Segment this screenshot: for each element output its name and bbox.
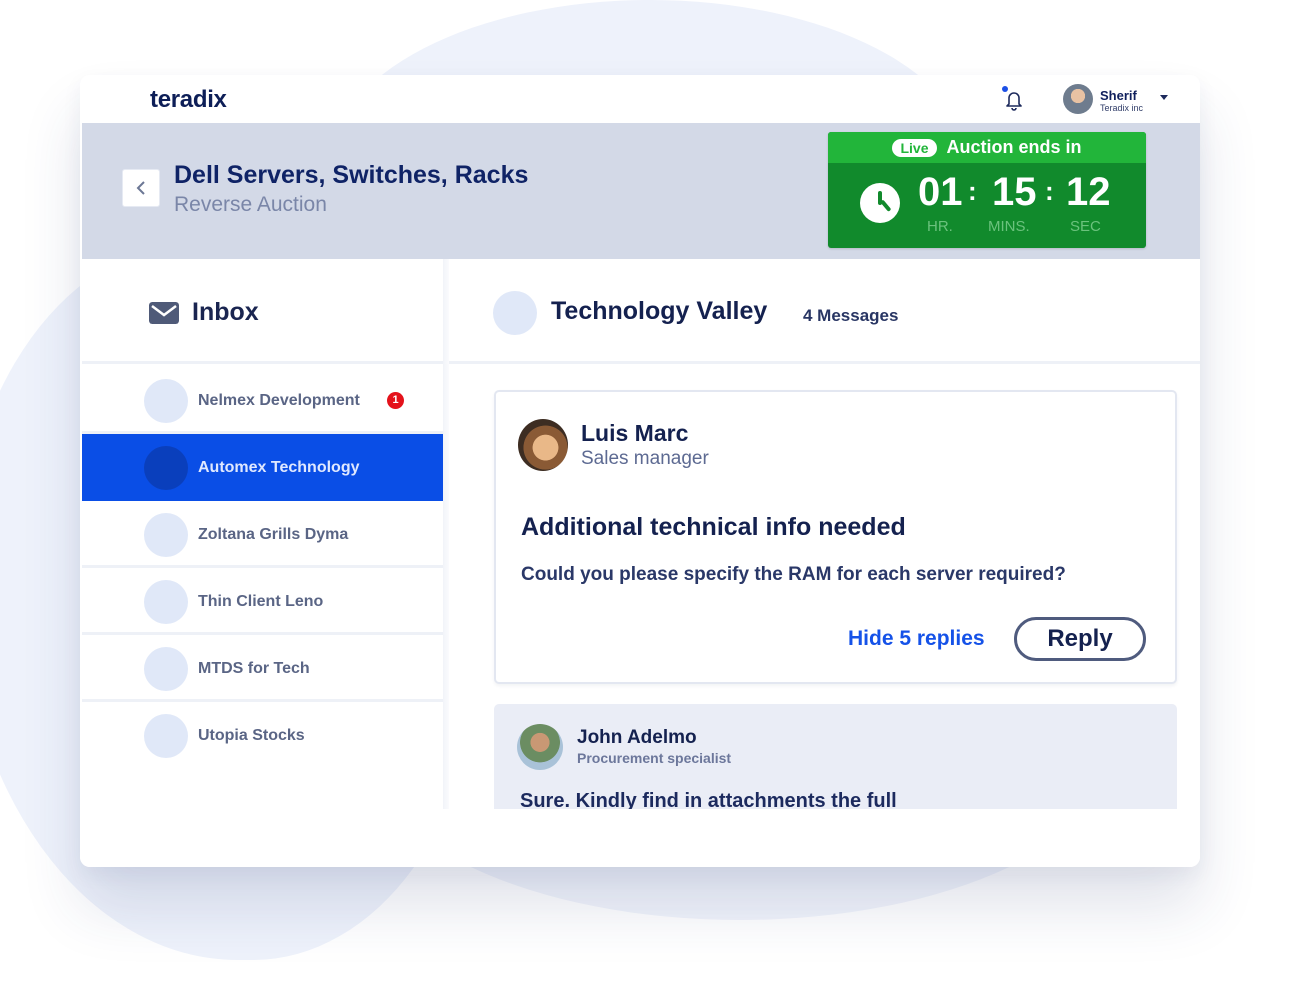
- auction-type: Reverse Auction: [174, 193, 327, 216]
- unread-badge: 1: [387, 392, 404, 409]
- conversation-item[interactable]: Thin Client Leno: [82, 568, 443, 635]
- user-avatar[interactable]: [1063, 84, 1093, 114]
- message-count: 4 Messages: [803, 306, 899, 325]
- seconds-label: SEC: [1070, 218, 1101, 235]
- timer-heading: Auction ends in: [946, 137, 1082, 157]
- user-org: Teradix inc: [1100, 103, 1144, 113]
- timer-separator: :: [968, 176, 977, 206]
- hours-label: HR.: [927, 218, 953, 235]
- conversation-name: Automex Technology: [198, 459, 360, 476]
- auction-header: Dell Servers, Switches, Racks Reverse Au…: [82, 123, 1200, 259]
- live-badge: Live: [892, 138, 937, 157]
- timer-hours: 01: [918, 170, 963, 214]
- thread-panel: Technology Valley 4 Messages Luis Marc S…: [449, 259, 1200, 864]
- thread-title: Technology Valley: [551, 297, 768, 325]
- message-card: Luis Marc Sales manager Additional techn…: [494, 390, 1177, 684]
- reply-button[interactable]: Reply: [1014, 617, 1146, 661]
- timer-header: Live Auction ends in: [828, 132, 1146, 163]
- conversation-item-active[interactable]: Automex Technology: [82, 434, 443, 501]
- chevron-left-icon: [136, 181, 145, 195]
- conversation-list: Nelmex Development 1 Automex Technology …: [82, 367, 443, 769]
- company-avatar: [144, 513, 188, 557]
- conversation-item[interactable]: Nelmex Development 1: [82, 367, 443, 434]
- conversation-item[interactable]: Utopia Stocks: [82, 702, 443, 769]
- back-button[interactable]: [122, 169, 160, 207]
- teradix-logo[interactable]: teradix: [150, 86, 227, 114]
- minutes-label: MINS.: [988, 218, 1030, 235]
- thread-header: Technology Valley 4 Messages: [449, 259, 1200, 364]
- clock-icon: [860, 183, 900, 223]
- conversation-item[interactable]: Zoltana Grills Dyma: [82, 501, 443, 568]
- company-avatar: [144, 714, 188, 758]
- company-avatar: [144, 647, 188, 691]
- company-avatar: [144, 379, 188, 423]
- conversation-name: Thin Client Leno: [198, 593, 324, 610]
- author-avatar: [518, 419, 568, 471]
- timer-minutes: 15: [992, 170, 1037, 214]
- company-avatar: [144, 446, 188, 490]
- inbox-title: Inbox: [192, 298, 259, 326]
- company-avatar: [493, 291, 537, 335]
- message-subject: Additional technical info needed: [521, 513, 906, 541]
- reply-author-role: Procurement specialist: [577, 750, 732, 766]
- message-body: Could you please specify the RAM for eac…: [521, 564, 1066, 585]
- auction-title: Dell Servers, Switches, Racks: [174, 161, 529, 189]
- caret-down-icon[interactable]: [1160, 95, 1168, 100]
- hide-replies-link[interactable]: Hide 5 replies: [848, 627, 985, 651]
- conversation-name: Nelmex Development: [198, 392, 360, 409]
- conversation-name: Zoltana Grills Dyma: [198, 526, 349, 543]
- bell-icon[interactable]: [1004, 89, 1024, 111]
- inbox-header: Inbox: [82, 259, 443, 364]
- author-name: Luis Marc: [581, 420, 689, 446]
- mail-icon: [149, 302, 179, 324]
- app-window: teradix Sherif Teradix inc Dell Servers,…: [80, 75, 1200, 867]
- reply-author-name: John Adelmo: [577, 727, 697, 748]
- author-role: Sales manager: [581, 448, 709, 469]
- auction-timer: Live Auction ends in 01 : 15 : 12 HR. MI…: [828, 132, 1146, 248]
- author-avatar: [517, 724, 563, 770]
- conversation-item[interactable]: MTDS for Tech: [82, 635, 443, 702]
- conversation-name: MTDS for Tech: [198, 660, 310, 677]
- conversation-name: Utopia Stocks: [198, 727, 305, 744]
- window-footer: [80, 809, 1200, 867]
- inbox-sidebar: Inbox Nelmex Development 1 Automex Techn…: [82, 259, 443, 809]
- timer-seconds: 12: [1066, 170, 1111, 214]
- timer-separator: :: [1045, 176, 1054, 206]
- top-bar: teradix Sherif Teradix inc: [80, 75, 1200, 123]
- company-avatar: [144, 580, 188, 624]
- user-name[interactable]: Sherif: [1100, 88, 1137, 103]
